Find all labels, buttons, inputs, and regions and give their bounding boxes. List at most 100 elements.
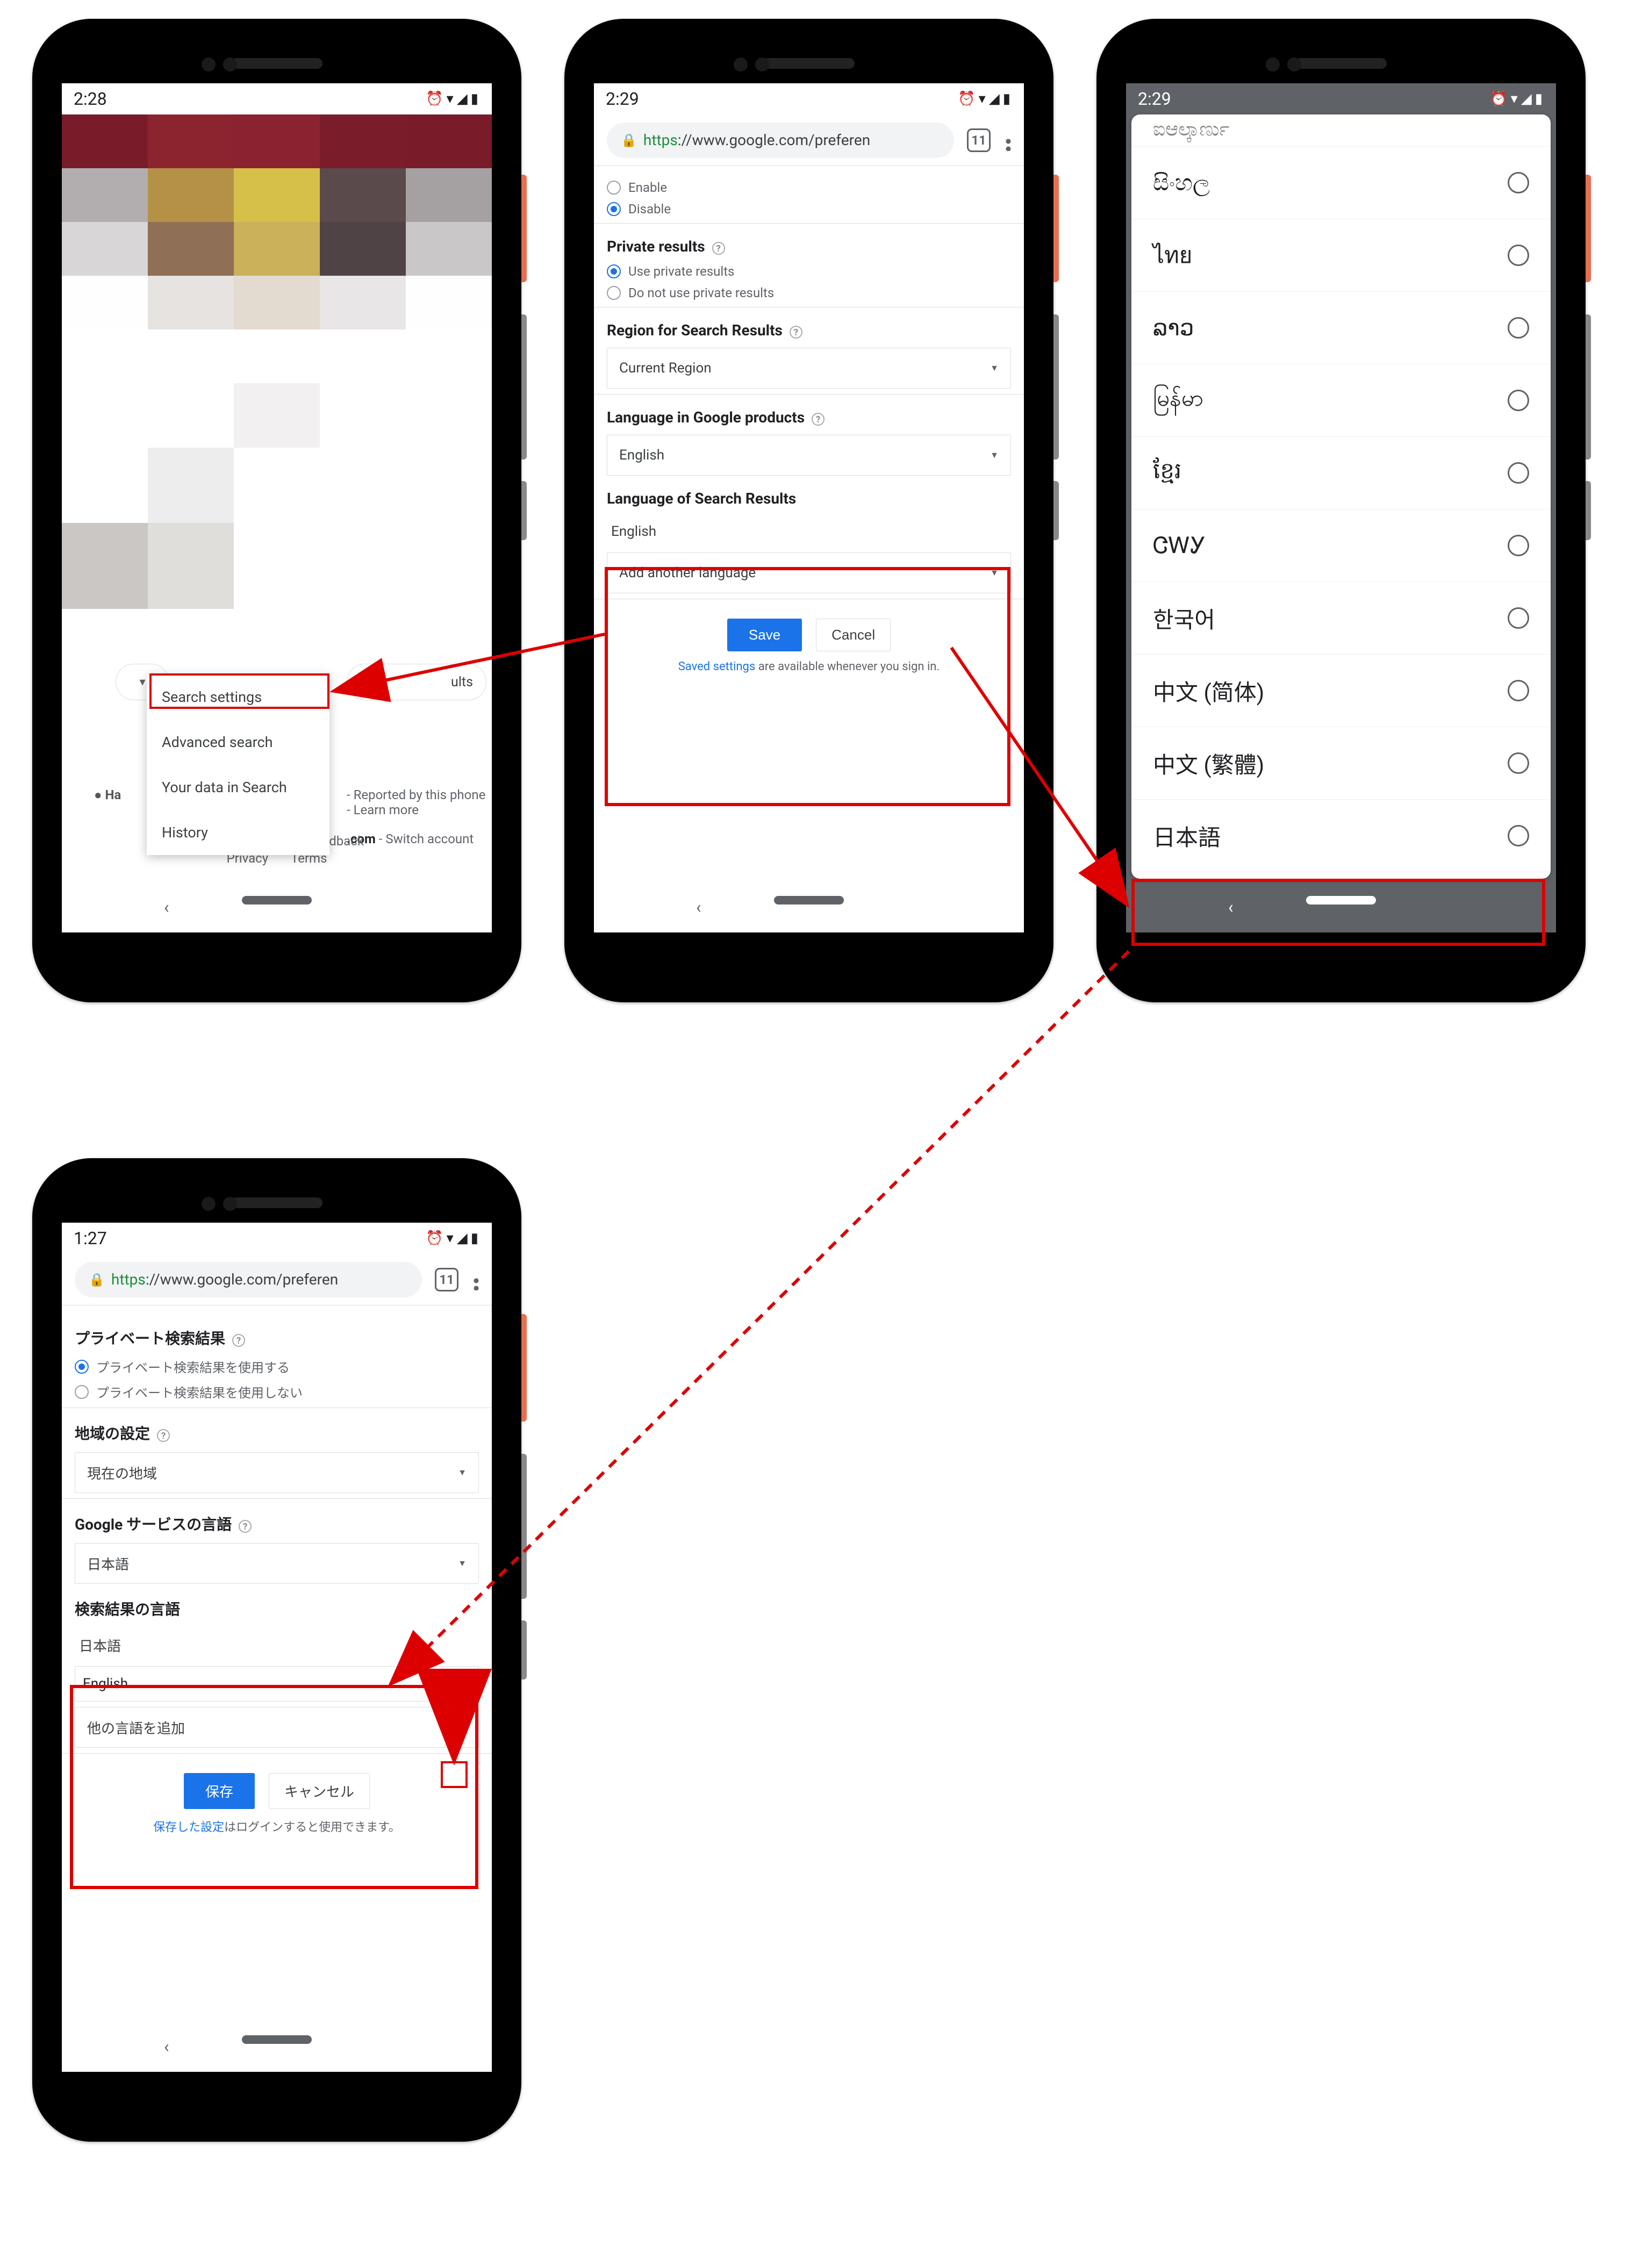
saved-settings-note-jp: 保存した設定はログインすると使用できます。: [75, 1818, 479, 1835]
cancel-button[interactable]: Cancel: [816, 619, 891, 651]
phone-1: 2:28 ⏰ ▾ ◢ ▮ ▾: [32, 19, 521, 1002]
language-item[interactable]: 한국어: [1131, 582, 1551, 655]
radio-icon: [1508, 752, 1529, 774]
english-result-row: English ✕: [75, 1666, 479, 1702]
oval-right-label: ults: [451, 674, 473, 690]
url-field[interactable]: 🔒 https://www.google.com/preferen: [75, 1262, 422, 1297]
section-lang-products: Language in Google products ?: [607, 408, 1011, 426]
language-item[interactable]: မြန်မာ: [1131, 364, 1551, 437]
radio-enable[interactable]: Enable: [607, 180, 1011, 195]
url-rest: ://www.google.com/preferen: [146, 1271, 338, 1288]
kebab-icon[interactable]: [1006, 130, 1011, 151]
saved-settings-note: Saved settings are available whenever yo…: [607, 660, 1011, 673]
lock-icon: 🔒: [621, 133, 637, 148]
nav-pill[interactable]: [242, 2035, 312, 2044]
screen-4: 1:27 ⏰ ▾ ◢ ▮ 🔒 https://www.google.com/pr…: [62, 1223, 492, 2072]
language-item[interactable]: ᏣᎳᎩ: [1131, 509, 1551, 582]
radio-no-private[interactable]: Do not use private results: [607, 285, 1011, 300]
region-select[interactable]: Current Region▼: [607, 348, 1011, 389]
url-rest: ://www.google.com/preferen: [678, 131, 870, 149]
language-item[interactable]: ខ្មែរ: [1131, 437, 1551, 509]
address-bar: 🔒 https://www.google.com/preferen 11: [594, 114, 1024, 166]
radio-icon: [1508, 317, 1529, 339]
alarm-icon: ⏰: [426, 1230, 443, 1246]
menu-advanced-search[interactable]: Advanced search: [147, 720, 329, 765]
oval-button-right[interactable]: ults: [347, 664, 486, 700]
url-https: https: [111, 1271, 146, 1288]
nav-pill[interactable]: [774, 896, 844, 905]
radio-icon: [1508, 825, 1529, 846]
kebab-icon[interactable]: [474, 1269, 479, 1290]
url-field[interactable]: 🔒 https://www.google.com/preferen: [607, 123, 954, 158]
chevron-down-icon: ▼: [458, 1467, 467, 1478]
wifi-icon: ▾: [1511, 91, 1518, 107]
help-icon[interactable]: ?: [157, 1429, 170, 1442]
wifi-icon: ▾: [447, 91, 454, 107]
close-icon[interactable]: ✕: [453, 1675, 471, 1693]
chevron-down-icon: ▼: [458, 1722, 467, 1733]
lock-icon: 🔒: [89, 1272, 105, 1287]
nav-back-icon[interactable]: ‹: [164, 897, 169, 917]
wifi-icon: ▾: [447, 1230, 454, 1246]
language-item[interactable]: ไทย: [1131, 219, 1551, 292]
radio-use-private[interactable]: Use private results: [607, 264, 1011, 279]
battery-icon: ▮: [471, 1230, 478, 1246]
help-icon[interactable]: ?: [812, 413, 824, 426]
menu-search-settings[interactable]: Search settings: [147, 674, 329, 720]
add-language-select-jp[interactable]: 他の言語を追加▼: [75, 1707, 479, 1748]
nav-bar: ‹: [594, 879, 1024, 922]
language-item-japanese[interactable]: 日本語: [1131, 800, 1551, 872]
save-button-jp[interactable]: 保存: [184, 1773, 255, 1809]
save-button[interactable]: Save: [727, 619, 802, 651]
url-https: https: [643, 131, 678, 149]
language-item[interactable]: 中文 (繁體): [1131, 727, 1551, 800]
phone-4: 1:27 ⏰ ▾ ◢ ▮ 🔒 https://www.google.com/pr…: [32, 1158, 521, 2142]
lang-products-select[interactable]: English▼: [607, 435, 1011, 476]
help-icon[interactable]: ?: [239, 1520, 252, 1533]
cancel-button-jp[interactable]: キャンセル: [269, 1773, 370, 1809]
nav-pill[interactable]: [1306, 896, 1376, 905]
menu-history[interactable]: History: [147, 810, 329, 855]
language-item[interactable]: ລາວ: [1131, 292, 1551, 364]
signal-icon: ◢: [457, 1230, 468, 1246]
lang-products-select-jp[interactable]: 日本語▼: [75, 1543, 479, 1584]
language-item[interactable]: සිංහල: [1131, 147, 1551, 219]
language-item-partial[interactable]: ಐಆಲ್ಕಾರ್ಣು: [1131, 114, 1551, 147]
saved-settings-link-jp[interactable]: 保存した設定: [153, 1821, 224, 1834]
add-language-select[interactable]: Add another language▼: [607, 552, 1011, 593]
tab-count[interactable]: 11: [967, 128, 991, 152]
language-item[interactable]: 中文 (简体): [1131, 655, 1551, 727]
search-settings-popup: Search settings Advanced search Your dat…: [147, 674, 329, 855]
radio-icon: [1508, 462, 1529, 484]
radio-use-private-jp[interactable]: プライベート検索結果を使用する: [75, 1357, 479, 1376]
nav-back-icon[interactable]: ‹: [696, 897, 701, 917]
tab-count[interactable]: 11: [435, 1268, 458, 1291]
radio-icon: [1508, 390, 1529, 411]
help-icon[interactable]: ?: [790, 326, 802, 339]
chevron-down-icon: ▼: [990, 450, 999, 461]
help-icon[interactable]: ?: [232, 1334, 245, 1347]
lang-results-value: English: [607, 516, 1011, 547]
alarm-icon: ⏰: [958, 91, 975, 107]
menu-your-data[interactable]: Your data in Search: [147, 765, 329, 810]
radio-no-private-jp[interactable]: プライベート検索結果を使用しない: [75, 1382, 479, 1401]
alarm-icon: ⏰: [1490, 91, 1507, 107]
help-icon[interactable]: ?: [712, 242, 725, 255]
nav-pill[interactable]: [242, 896, 312, 905]
section-private-results: Private results ?: [607, 238, 1011, 255]
chevron-down-icon: ▼: [458, 1558, 467, 1569]
radio-disable[interactable]: Disable: [607, 202, 1011, 217]
screen-2: 2:29 ⏰ ▾ ◢ ▮ 🔒 https://www.google.com/pr…: [594, 83, 1024, 932]
radio-icon: [1508, 680, 1529, 701]
region-select-jp[interactable]: 現在の地域▼: [75, 1452, 479, 1493]
section-region: Region for Search Results ?: [607, 321, 1011, 339]
nav-back-icon[interactable]: ‹: [164, 2036, 169, 2057]
screen-1: 2:28 ⏰ ▾ ◢ ▮ ▾: [62, 83, 492, 932]
saved-settings-link[interactable]: Saved settings: [678, 660, 756, 673]
signal-icon: ◢: [457, 91, 468, 107]
partial-line-2: - Reported by this phone- Learn more: [347, 787, 485, 817]
chevron-down-icon: ▼: [990, 568, 999, 578]
partial-line-1: ● Ha: [94, 787, 121, 803]
status-bar: 2:29 ⏰ ▾ ◢ ▮: [1126, 83, 1556, 114]
nav-back-icon[interactable]: ‹: [1228, 897, 1234, 917]
